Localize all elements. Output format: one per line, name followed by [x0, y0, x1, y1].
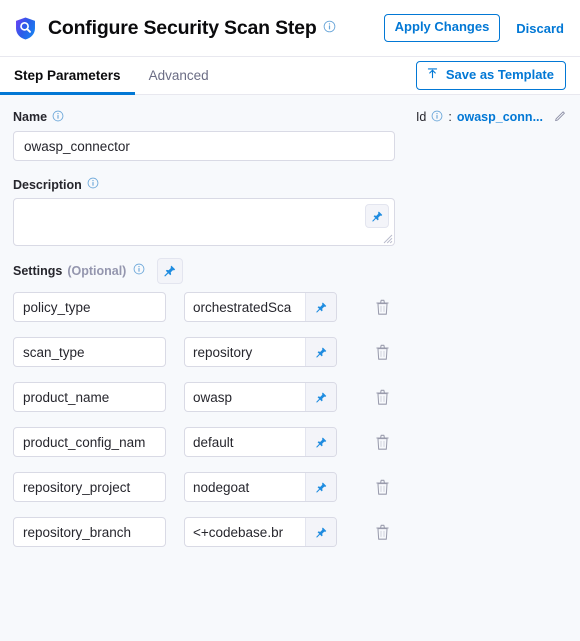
- name-info-icon[interactable]: [52, 110, 64, 125]
- setting-pin-button[interactable]: [306, 428, 336, 456]
- setting-pin-button[interactable]: [306, 293, 336, 321]
- upload-icon: [426, 67, 439, 84]
- table-row: [13, 292, 567, 322]
- description-info-icon[interactable]: [87, 177, 99, 192]
- table-row: [13, 427, 567, 457]
- setting-value-input[interactable]: [185, 338, 306, 366]
- configure-security-scan-step-panel: Configure Security Scan Step Apply Chang…: [0, 0, 580, 641]
- description-label-row: Description: [0, 177, 580, 192]
- settings-optional-label: (Optional): [67, 264, 127, 278]
- description-label: Description: [13, 177, 82, 192]
- setting-pin-button[interactable]: [306, 383, 336, 411]
- settings-label: Settings: [13, 264, 63, 278]
- setting-key-input[interactable]: [13, 292, 166, 322]
- trash-icon: [375, 344, 389, 360]
- settings-header: Settings (Optional): [0, 258, 580, 284]
- setting-value-group: [184, 382, 337, 412]
- description-label-group: Description: [13, 177, 99, 192]
- apply-changes-button[interactable]: Apply Changes: [383, 14, 501, 42]
- security-shield-scan-icon: [16, 16, 35, 40]
- pin-icon: [315, 481, 326, 492]
- setting-value-input[interactable]: [185, 518, 306, 546]
- pin-icon: [315, 391, 326, 402]
- pin-icon: [315, 301, 326, 312]
- panel-header: Configure Security Scan Step Apply Chang…: [0, 0, 580, 57]
- table-row: [13, 337, 567, 367]
- settings-pin-button[interactable]: [157, 258, 184, 284]
- spacer-after-description: [0, 246, 580, 258]
- setting-value-input[interactable]: [185, 383, 306, 411]
- setting-delete-button[interactable]: [371, 385, 393, 409]
- tab-bar: Step Parameters Advanced Save as Templat…: [0, 57, 580, 95]
- name-label: Name: [13, 110, 48, 124]
- pin-icon: [371, 210, 382, 221]
- table-row: [13, 517, 567, 547]
- tab-spacer: [223, 57, 416, 94]
- setting-delete-button[interactable]: [371, 340, 393, 364]
- name-input[interactable]: [13, 131, 395, 161]
- id-separator: :: [448, 110, 452, 124]
- settings-rows: [0, 292, 580, 547]
- setting-pin-button[interactable]: [306, 518, 336, 546]
- pin-icon: [315, 526, 326, 537]
- trash-icon: [375, 479, 389, 495]
- setting-value-group: [184, 472, 337, 502]
- pencil-icon[interactable]: [554, 109, 567, 125]
- pin-icon: [315, 346, 326, 357]
- description-pin-button[interactable]: [365, 204, 389, 228]
- id-label: Id: [415, 110, 427, 124]
- title-info-icon[interactable]: [323, 20, 336, 38]
- description-textarea[interactable]: [13, 198, 395, 246]
- setting-value-group: [184, 292, 337, 322]
- setting-key-input[interactable]: [13, 382, 166, 412]
- setting-value-group: [184, 337, 337, 367]
- setting-value-group: [184, 427, 337, 457]
- name-label-row: Name Id: owasp_conn...: [0, 109, 580, 125]
- description-field-wrap: [13, 198, 395, 246]
- pin-icon: [164, 265, 176, 277]
- setting-delete-button[interactable]: [371, 295, 393, 319]
- tab-advanced[interactable]: Advanced: [135, 57, 223, 94]
- setting-value-group: [184, 517, 337, 547]
- trash-icon: [375, 389, 389, 405]
- page-title: Configure Security Scan Step: [48, 16, 317, 39]
- setting-value-input[interactable]: [185, 293, 306, 321]
- setting-delete-button[interactable]: [371, 520, 393, 544]
- setting-value-input[interactable]: [185, 473, 306, 501]
- setting-delete-button[interactable]: [371, 475, 393, 499]
- discard-button[interactable]: Discard: [514, 16, 566, 41]
- spacer-after-name: [0, 161, 580, 177]
- setting-pin-button[interactable]: [306, 338, 336, 366]
- setting-key-input[interactable]: [13, 427, 166, 457]
- name-label-group: Name: [13, 110, 64, 125]
- id-area: Id : owasp_conn...: [416, 109, 567, 125]
- setting-pin-button[interactable]: [306, 473, 336, 501]
- id-info-icon[interactable]: [431, 110, 443, 125]
- id-value[interactable]: owasp_conn...: [457, 110, 543, 124]
- table-row: [13, 472, 567, 502]
- pin-icon: [315, 436, 326, 447]
- save-as-template-button[interactable]: Save as Template: [415, 60, 566, 91]
- trash-icon: [375, 434, 389, 450]
- save-as-template-label: Save as Template: [445, 66, 554, 82]
- tab-step-parameters[interactable]: Step Parameters: [0, 57, 135, 95]
- setting-key-input[interactable]: [13, 472, 166, 502]
- setting-key-input[interactable]: [13, 517, 166, 547]
- table-row: [13, 382, 567, 412]
- setting-key-input[interactable]: [13, 337, 166, 367]
- setting-delete-button[interactable]: [371, 430, 393, 454]
- trash-icon: [375, 299, 389, 315]
- trash-icon: [375, 524, 389, 540]
- settings-info-icon[interactable]: [133, 262, 145, 280]
- setting-value-input[interactable]: [185, 428, 306, 456]
- step-parameters-content: Name Id: owasp_conn... owasp_connector …: [0, 95, 580, 641]
